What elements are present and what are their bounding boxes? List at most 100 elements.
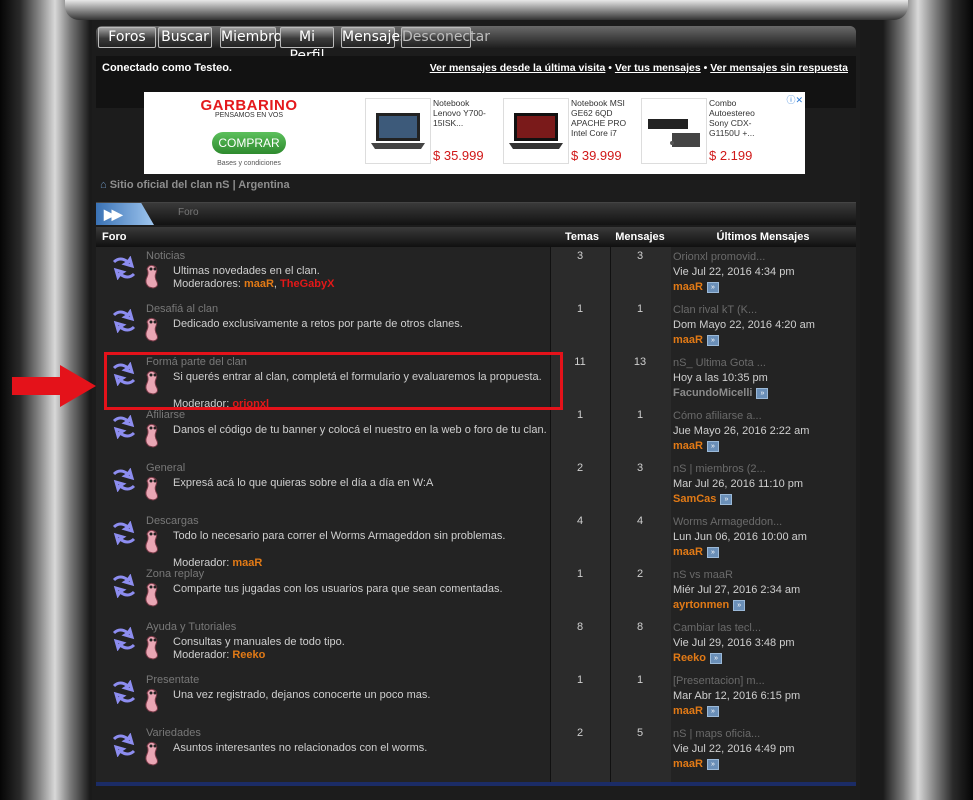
forum-name[interactable]: General bbox=[146, 462, 185, 474]
last-post-title[interactable]: Cambiar las tecl... bbox=[673, 621, 853, 636]
forum-name[interactable]: Afiliarse bbox=[146, 409, 185, 421]
forum-name[interactable]: Ayuda y Tutoriales bbox=[146, 621, 236, 633]
goto-last-post-icon[interactable]: » bbox=[706, 440, 719, 452]
last-post-title[interactable]: nS_ Ultima Gota ... bbox=[673, 356, 853, 371]
worm-icon bbox=[145, 582, 158, 607]
last-post-author[interactable]: maaR bbox=[673, 440, 703, 452]
forum-row[interactable]: Ayuda y Tutoriales Consultas y manuales d… bbox=[96, 619, 856, 672]
forum-row[interactable]: Presentate Una vez registrado, dejanos co… bbox=[96, 672, 856, 725]
moderator-link[interactable]: TheGabyX bbox=[280, 278, 334, 290]
forum-status-icon bbox=[112, 733, 136, 757]
ad-banner[interactable]: GARBARINO PENSAMOS EN VOS COMPRAR Bases … bbox=[144, 92, 805, 174]
goto-last-post-icon[interactable]: » bbox=[706, 334, 719, 346]
last-post-author[interactable]: ayrtonmen bbox=[673, 599, 729, 611]
forum-status-icon bbox=[112, 415, 136, 439]
goto-last-post-icon[interactable]: » bbox=[733, 599, 746, 611]
last-post-title[interactable]: nS | miembros (2... bbox=[673, 462, 853, 477]
forum-row[interactable]: General Expresá acá lo que quieras sobre … bbox=[96, 460, 856, 513]
goto-last-post-icon[interactable]: » bbox=[710, 652, 723, 664]
forum-description: Todo lo necesario para correr el Worms A… bbox=[173, 530, 506, 542]
nav-miembros[interactable]: Miembros bbox=[220, 27, 289, 48]
last-post: nS vs maaR Miér Jul 27, 2016 2:34 am ayrto… bbox=[673, 568, 853, 613]
goto-last-post-icon[interactable]: » bbox=[706, 705, 719, 717]
breadcrumb[interactable]: ⌂ Sitio oficial del clan nS | Argentina bbox=[100, 179, 290, 191]
forum-name[interactable]: Variedades bbox=[146, 727, 201, 739]
topics-count: 1 bbox=[576, 568, 584, 580]
moderator-link[interactable]: maaR bbox=[244, 278, 274, 290]
header-last-posts: Últimos Mensajes bbox=[716, 231, 810, 243]
ad-product[interactable]: Notebook Lenovo Y700-15ISK... $ 35.999 bbox=[365, 98, 499, 168]
posts-count: 3 bbox=[636, 462, 644, 474]
last-post-date: Lun Jun 06, 2016 10:00 am bbox=[673, 531, 807, 543]
forum-row[interactable]: Zona replay Comparte tus jugadas con los … bbox=[96, 566, 856, 619]
topics-count: 1 bbox=[576, 409, 584, 421]
forum-description: Asuntos interesantes no relacionados con… bbox=[173, 742, 428, 754]
home-icon: ⌂ bbox=[100, 179, 107, 191]
forum-table: Foro Temas Mensajes Últimos Mensajes Not… bbox=[96, 227, 856, 782]
link-unanswered[interactable]: Ver mensajes sin respuesta bbox=[710, 62, 848, 74]
ad-conditions[interactable]: Bases y condiciones bbox=[154, 160, 344, 167]
ad-product-price: $ 2.199 bbox=[709, 148, 753, 163]
forum-name[interactable]: Presentate bbox=[146, 674, 199, 686]
last-post-author[interactable]: maaR bbox=[673, 758, 703, 770]
link-since-last-visit[interactable]: Ver mensajes desde la última visita bbox=[430, 62, 606, 74]
forum-description: Dedicado exclusivamente a retos por part… bbox=[173, 318, 463, 330]
last-post-title[interactable]: Clan rival kT (K... bbox=[673, 303, 853, 318]
last-post-author[interactable]: FacundoMicelli bbox=[673, 387, 752, 399]
laptop-image bbox=[503, 98, 569, 164]
header-topics: Temas bbox=[564, 231, 600, 243]
last-post-date: Vie Jul 29, 2016 3:48 pm bbox=[673, 637, 795, 649]
breadcrumb-label[interactable]: Sitio oficial del clan nS | Argentina bbox=[110, 179, 290, 191]
nav-buscar[interactable]: Buscar bbox=[158, 27, 212, 48]
goto-last-post-icon[interactable]: » bbox=[706, 281, 719, 293]
last-post-title[interactable]: [Presentacion] m... bbox=[673, 674, 853, 689]
last-post-title[interactable]: nS vs maaR bbox=[673, 568, 853, 583]
last-post-author[interactable]: maaR bbox=[673, 281, 703, 293]
last-post: Cambiar las tecl... Vie Jul 29, 2016 3:48… bbox=[673, 621, 853, 666]
last-post-author[interactable]: maaR bbox=[673, 334, 703, 346]
last-post-author[interactable]: maaR bbox=[673, 546, 703, 558]
forum-name[interactable]: Noticias bbox=[146, 250, 185, 262]
goto-last-post-icon[interactable]: » bbox=[756, 387, 769, 399]
goto-last-post-icon[interactable]: » bbox=[706, 758, 719, 770]
last-post-title[interactable]: nS | maps oficia... bbox=[673, 727, 853, 742]
section-tab-label: Foro bbox=[178, 207, 199, 218]
nav-mensajes[interactable]: Mensajes bbox=[341, 27, 407, 48]
ad-product[interactable]: Notebook MSI GE62 6QD APACHE PRO Intel C… bbox=[503, 98, 637, 168]
last-post-author[interactable]: Reeko bbox=[673, 652, 706, 664]
posts-count: 4 bbox=[636, 515, 644, 527]
posts-count: 1 bbox=[636, 409, 644, 421]
last-post-title[interactable]: Orionxl promovid... bbox=[673, 250, 853, 265]
forum-row[interactable]: Noticias Ultimas novedades en el clan. Mod… bbox=[96, 248, 856, 301]
last-post-date: Hoy a las 10:35 pm bbox=[673, 372, 768, 384]
last-post-author[interactable]: SamCas bbox=[673, 493, 716, 505]
last-post-title[interactable]: Worms Armageddon... bbox=[673, 515, 853, 530]
last-post-title[interactable]: Cómo afiliarse a... bbox=[673, 409, 853, 424]
forum-row[interactable]: Variedades Asuntos interesantes no relaci… bbox=[96, 725, 856, 778]
goto-last-post-icon[interactable]: » bbox=[706, 546, 719, 558]
goto-last-post-icon[interactable]: » bbox=[720, 493, 733, 505]
forum-row[interactable]: Descargas Todo lo necesario para correr e… bbox=[96, 513, 856, 569]
link-your-posts[interactable]: Ver tus mensajes bbox=[615, 62, 701, 74]
nav-desconectar[interactable]: Desconectar bbox=[401, 27, 490, 48]
quick-links: Ver mensajes desde la última visita • Ve… bbox=[430, 62, 848, 74]
nav-mi-perfil[interactable]: Mi Perfil bbox=[280, 27, 334, 64]
forum-row[interactable]: Afiliarse Danos el código de tu banner y … bbox=[96, 407, 856, 460]
topics-count: 1 bbox=[576, 674, 584, 686]
last-post: Clan rival kT (K... Dom Mayo 22, 2016 4:2… bbox=[673, 303, 853, 348]
forum-name[interactable]: Descargas bbox=[146, 515, 199, 527]
forum-panel: Foros Buscar Miembros Mi Perfil Mensajes… bbox=[92, 20, 860, 800]
forum-name[interactable]: Desafiá al clan bbox=[146, 303, 218, 315]
ad-close-icon[interactable]: ⓘ✕ bbox=[786, 93, 803, 106]
ad-buy-button[interactable]: COMPRAR bbox=[212, 132, 286, 154]
car-stereo-image bbox=[641, 98, 707, 164]
forum-status-icon bbox=[112, 627, 136, 651]
forum-name[interactable]: Zona replay bbox=[146, 568, 204, 580]
nav-foros[interactable]: Foros bbox=[98, 27, 156, 48]
ad-product[interactable]: Combo Autoestereo Sony CDX-G1150U +... $… bbox=[641, 98, 775, 168]
worm-icon bbox=[145, 264, 158, 289]
forum-row[interactable]: Desafiá al clan Dedicado exclusivamente a… bbox=[96, 301, 856, 354]
last-post-author[interactable]: maaR bbox=[673, 705, 703, 717]
top-bevel bbox=[65, 0, 908, 20]
moderator-link[interactable]: Reeko bbox=[232, 649, 265, 661]
